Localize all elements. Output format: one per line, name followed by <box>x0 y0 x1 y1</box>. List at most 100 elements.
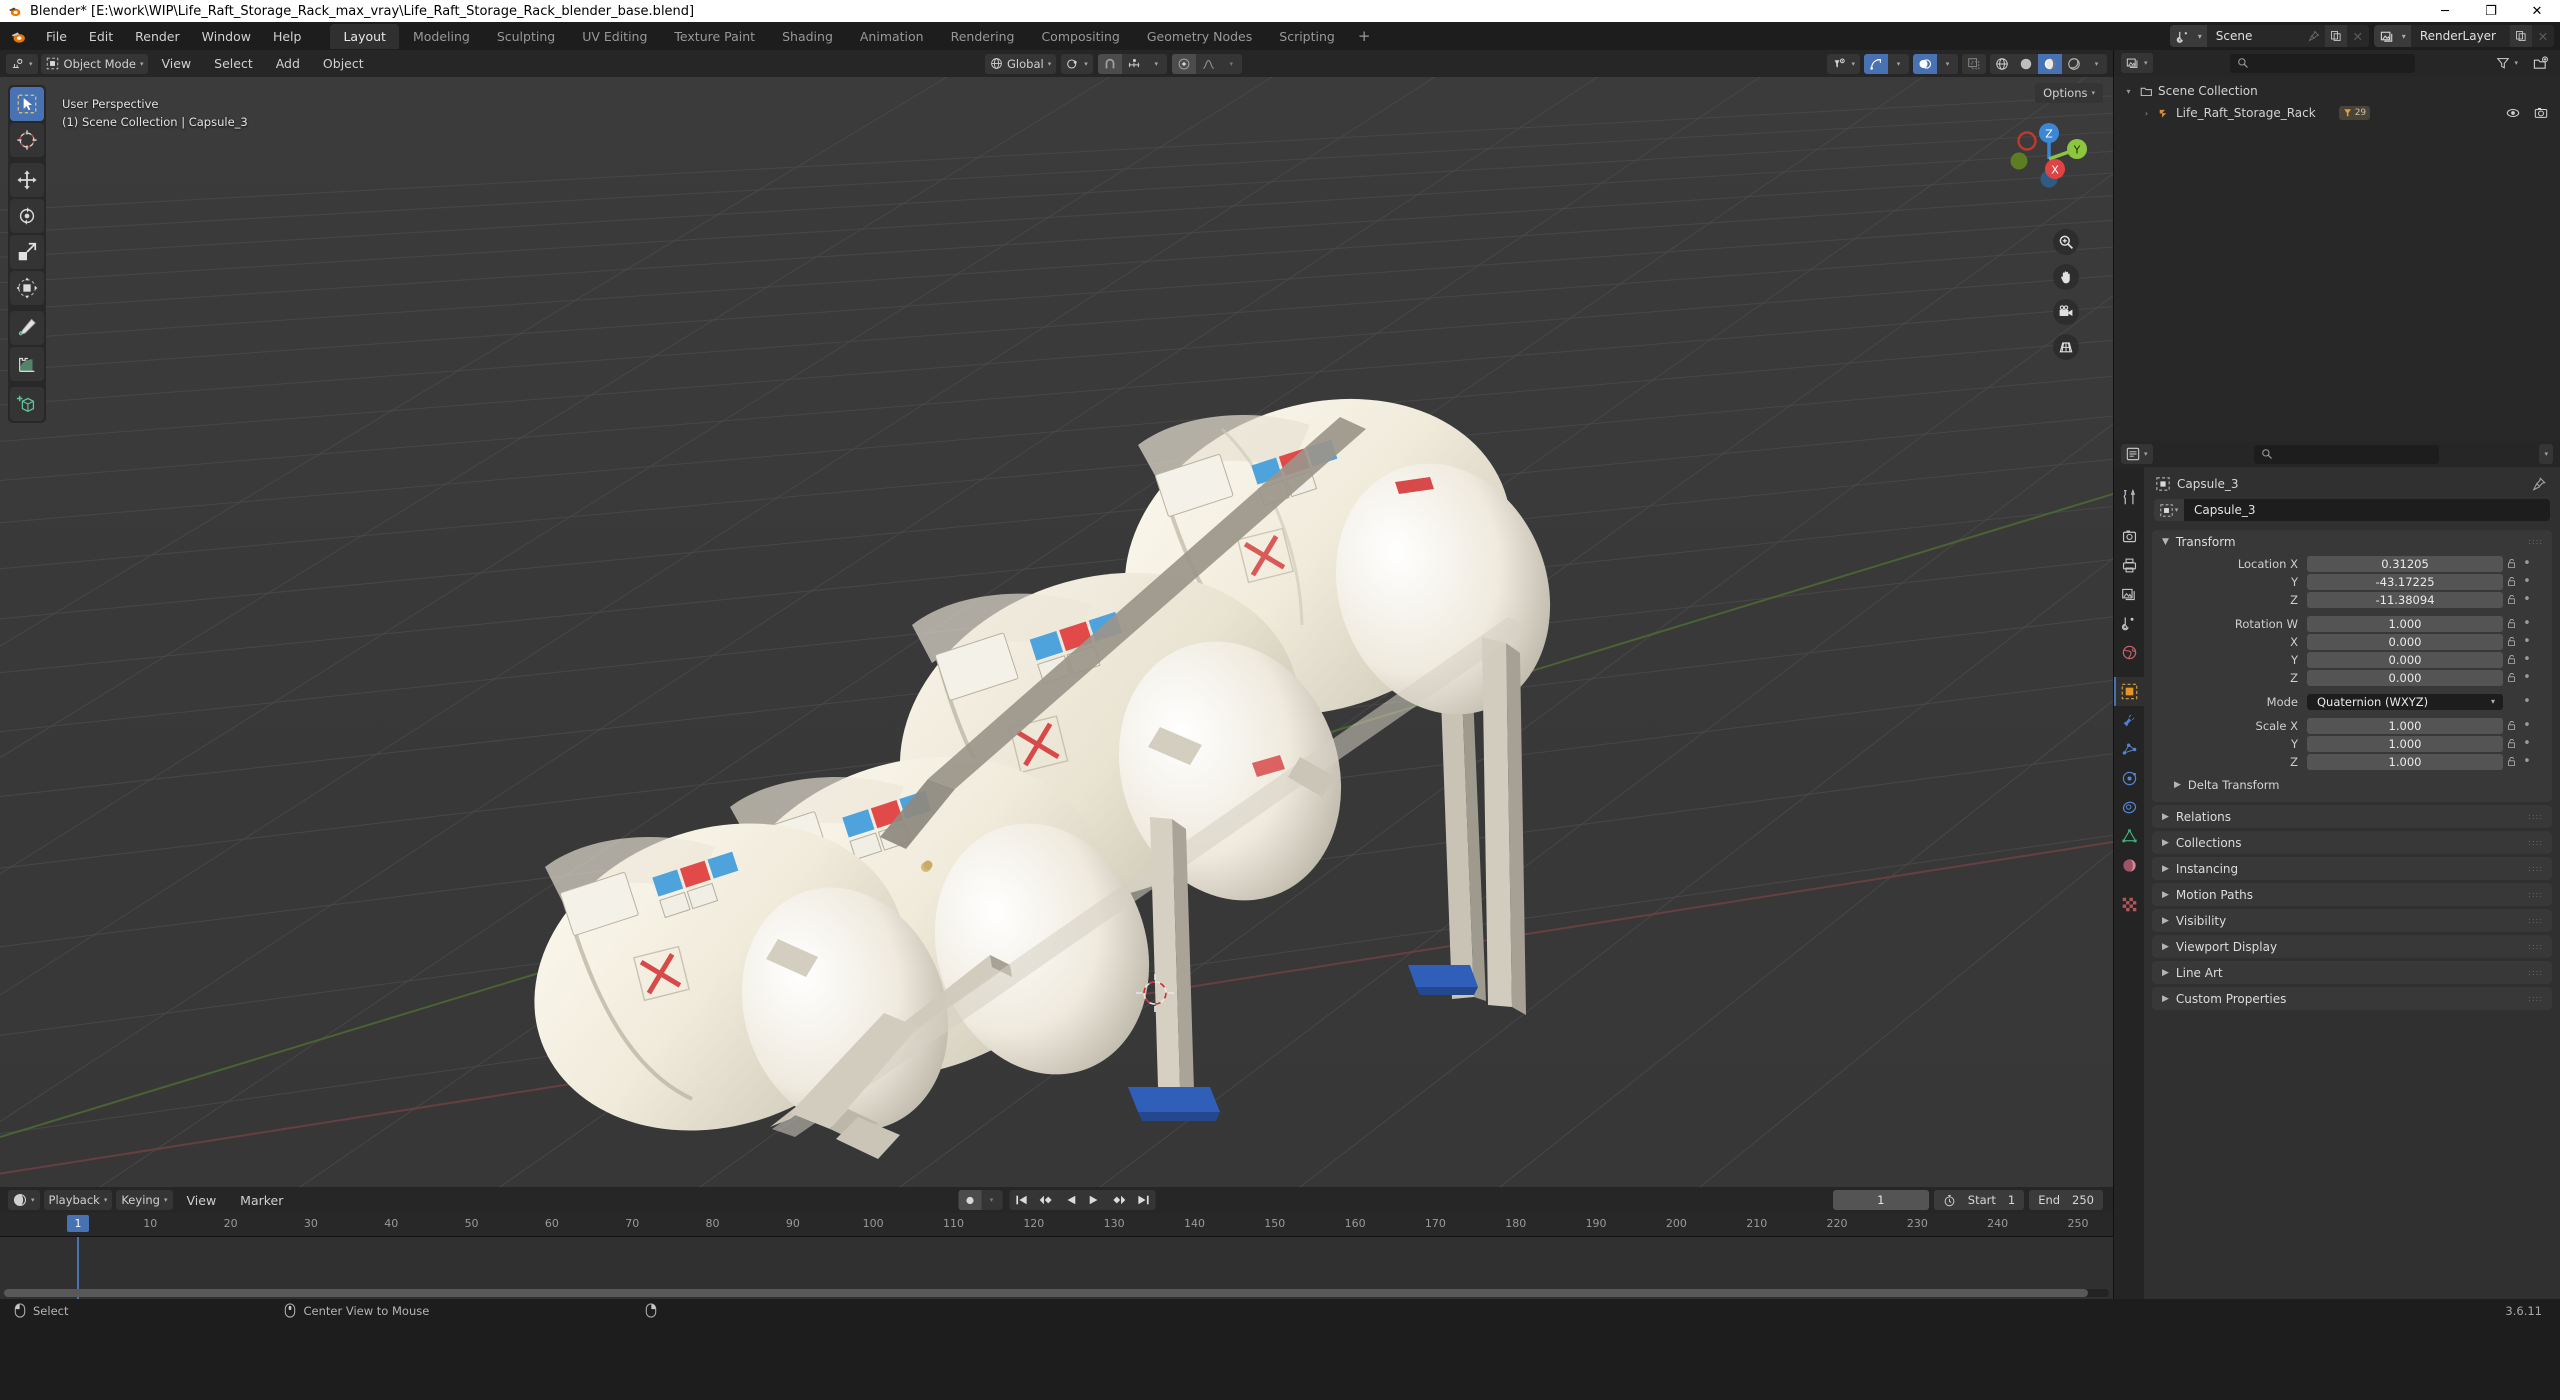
end-frame-value[interactable]: 250 <box>2072 1193 2094 1207</box>
render-tab[interactable] <box>2114 522 2144 551</box>
chevron-down-icon[interactable]: ▾ <box>1937 54 1958 74</box>
expand-chevron-icon[interactable]: ▾ <box>2122 87 2135 96</box>
scale-x-field[interactable]: 1.000 <box>2307 717 2503 734</box>
snap-magnet-icon[interactable] <box>1097 53 1122 74</box>
cursor-tool[interactable] <box>10 123 44 157</box>
tool-tab[interactable] <box>2114 483 2144 512</box>
menu-file[interactable]: File <box>35 26 78 47</box>
tab-rendering[interactable]: Rendering <box>938 24 1028 49</box>
modifiers-tab[interactable] <box>2114 706 2144 735</box>
falloff-curve-icon[interactable] <box>1196 54 1221 74</box>
motion-paths-panel[interactable]: ▶ Motion Paths :::: <box>2152 883 2552 906</box>
snap-target-icon[interactable] <box>1122 54 1146 74</box>
viewport-menu-select[interactable]: Select <box>204 53 263 74</box>
relations-panel[interactable]: ▶ Relations :::: <box>2152 805 2552 828</box>
shading-material-preview-icon[interactable] <box>2038 53 2062 74</box>
rotation-mode-dropdown[interactable]: Quaternion (WXYZ) ▾ <box>2307 693 2503 710</box>
viewport-menu-view[interactable]: View <box>151 53 201 74</box>
tab-animation[interactable]: Animation <box>847 24 937 49</box>
next-keyframe-button[interactable] <box>1105 1190 1131 1210</box>
animate-property-icon[interactable]: • <box>2520 754 2534 769</box>
rotation-y-field[interactable]: 0.000 <box>2307 651 2503 668</box>
viewport-display-panel[interactable]: ▶ Viewport Display :::: <box>2152 935 2552 958</box>
measure-tool[interactable] <box>10 347 44 381</box>
collections-panel[interactable]: ▶ Collections :::: <box>2152 831 2552 854</box>
minimize-button[interactable]: ─ <box>2422 0 2468 22</box>
object-name-field[interactable]: ▾ Capsule_3 <box>2154 499 2550 521</box>
scene-name[interactable]: Scene <box>2206 25 2303 47</box>
rotate-tool[interactable] <box>10 199 44 233</box>
custom-properties-panel[interactable]: ▶ Custom Properties :::: <box>2152 987 2552 1010</box>
lock-icon[interactable] <box>2503 756 2520 767</box>
close-button[interactable]: ✕ <box>2514 0 2560 22</box>
timeline-menu-view[interactable]: View <box>177 1190 227 1211</box>
object-tab[interactable] <box>2114 677 2144 706</box>
lock-icon[interactable] <box>2503 738 2520 749</box>
scene-datablock[interactable]: ▾ Scene ✕ <box>2169 25 2369 47</box>
properties-search-input[interactable] <box>2253 444 2439 464</box>
3d-viewport[interactable]: User Perspective (1) Scene Collection | … <box>0 77 2113 1187</box>
chevron-down-icon[interactable]: ▾ <box>1146 54 1167 74</box>
texture-tab[interactable] <box>2114 890 2144 919</box>
menu-help[interactable]: Help <box>262 26 313 47</box>
delete-scene-button[interactable]: ✕ <box>2346 25 2369 47</box>
zoom-icon[interactable] <box>2053 229 2079 255</box>
tab-layout[interactable]: Layout <box>330 23 399 49</box>
new-viewlayer-button[interactable] <box>2510 25 2532 47</box>
rotation-z-field[interactable]: 0.000 <box>2307 669 2503 686</box>
instancing-panel[interactable]: ▶ Instancing :::: <box>2152 857 2552 880</box>
chevron-down-icon[interactable]: ▾ <box>1221 54 1242 74</box>
timeline-editor-type-selector[interactable]: ▾ <box>8 1190 40 1210</box>
delete-viewlayer-button[interactable]: ✕ <box>2532 25 2554 47</box>
viewport-menu-object[interactable]: Object <box>313 53 374 74</box>
navigation-gizmo[interactable]: Z Y X <box>2003 113 2095 205</box>
shading-solid-icon[interactable] <box>2014 54 2038 74</box>
maximize-button[interactable]: ❐ <box>2468 0 2514 22</box>
outliner-row-life-raft-storage-rack[interactable]: › Life_Raft_Storage_Rack 29 <box>2114 102 2560 124</box>
lock-icon[interactable] <box>2503 636 2520 647</box>
viewlayer-datablock[interactable]: ▾ RenderLayer ✕ <box>2373 25 2554 47</box>
timeline-playhead[interactable]: 1 <box>67 1215 89 1232</box>
animate-property-icon[interactable]: • <box>2520 736 2534 751</box>
timeline-scrollbar[interactable] <box>4 1289 2109 1297</box>
current-frame-field[interactable]: 1 <box>1832 1190 1929 1210</box>
lock-icon[interactable] <box>2503 618 2520 629</box>
chevron-down-icon[interactable]: ▾ <box>981 1190 1002 1210</box>
visibility-panel[interactable]: ▶ Visibility :::: <box>2152 909 2552 932</box>
animate-property-icon[interactable]: • <box>2520 616 2534 631</box>
toggle-xray-icon[interactable] <box>1962 54 1986 74</box>
prev-keyframe-button[interactable] <box>1033 1190 1059 1210</box>
world-tab[interactable] <box>2114 638 2144 667</box>
animate-property-icon[interactable]: • <box>2520 556 2534 571</box>
animate-property-icon[interactable]: • <box>2520 694 2534 709</box>
record-icon[interactable] <box>958 1190 981 1210</box>
output-tab[interactable] <box>2114 551 2144 580</box>
play-reverse-button[interactable] <box>1059 1190 1082 1210</box>
rotation-w-field[interactable]: 1.000 <box>2307 615 2503 632</box>
object-data-tab[interactable] <box>2114 822 2144 851</box>
pan-hand-icon[interactable] <box>2053 264 2079 290</box>
outliner-collection-badge[interactable]: 29 <box>2338 106 2371 120</box>
view-layer-tab[interactable] <box>2114 580 2144 609</box>
transform-orientation-selector[interactable]: Global ▾ <box>985 53 1057 74</box>
tab-shading[interactable]: Shading <box>769 24 846 49</box>
tab-compositing[interactable]: Compositing <box>1028 24 1132 49</box>
new-scene-button[interactable] <box>2324 25 2347 47</box>
lock-icon[interactable] <box>2503 558 2520 569</box>
constraints-tab[interactable] <box>2114 793 2144 822</box>
location-x-field[interactable]: 0.31205 <box>2307 555 2503 572</box>
timeline-menu-keying[interactable]: Keying ▾ <box>116 1190 173 1210</box>
particles-tab[interactable] <box>2114 735 2144 764</box>
viewport-options-button[interactable]: Options ▾ <box>2035 83 2103 103</box>
viewlayer-dropdown-chevron-icon[interactable]: ▾ <box>2401 25 2411 47</box>
animate-property-icon[interactable]: • <box>2520 652 2534 667</box>
timeline-ruler[interactable]: 10 20 30 40 50 60 70 80 90 100 110 120 130 140 150 160 1… <box>0 1213 2113 1237</box>
menu-render[interactable]: Render <box>124 26 191 47</box>
tab-uv-editing[interactable]: UV Editing <box>569 24 660 49</box>
play-button[interactable] <box>1082 1190 1105 1210</box>
transform-tool[interactable] <box>10 271 44 305</box>
add-workspace-button[interactable]: + <box>1349 24 1380 48</box>
pin-scene-icon[interactable] <box>2302 25 2325 47</box>
annotate-tool[interactable] <box>10 311 44 345</box>
camera-view-icon[interactable] <box>2053 299 2079 325</box>
